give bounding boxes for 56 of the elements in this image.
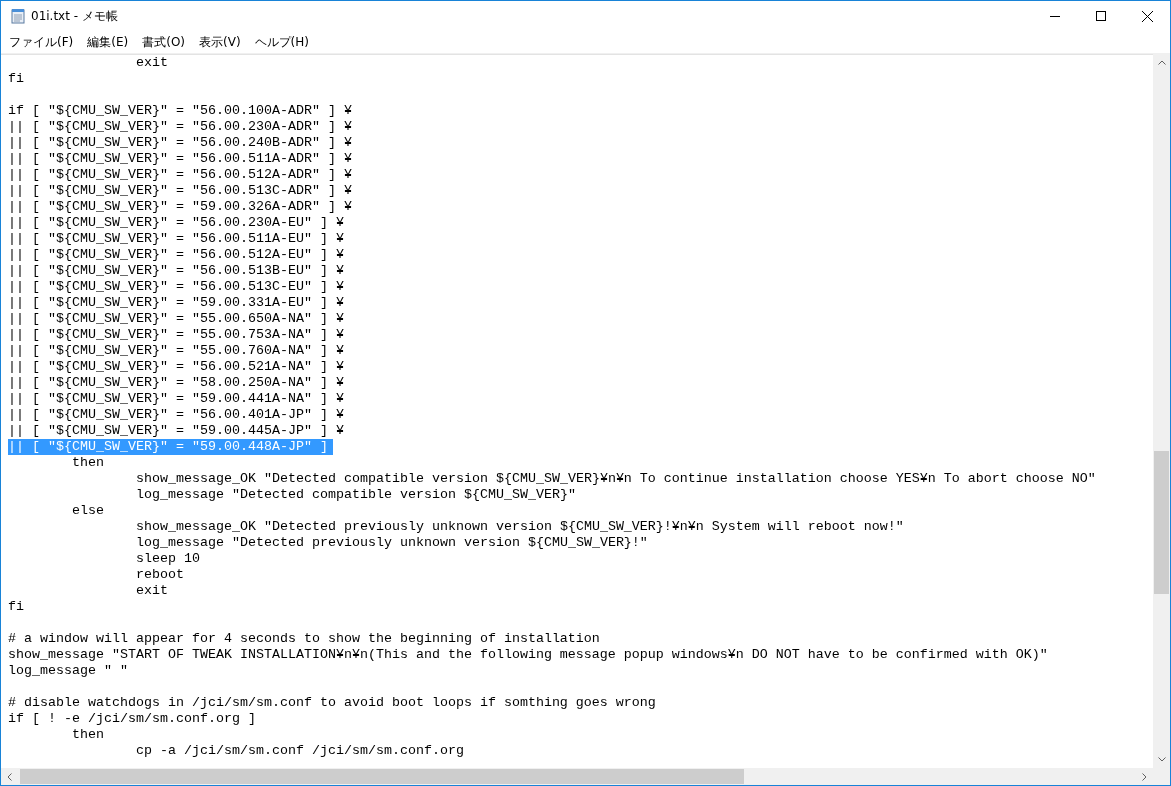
code-line: show_message_OK "Detected previously unknown version ${CMU_SW_VER}!¥n¥n System will reboot now!" [135, 519, 904, 535]
code-line: log_message " " [8, 663, 128, 679]
code-line: || [ "${CMU_SW_VER}" = "56.00.521A-NA" ] ¥ [8, 359, 344, 375]
code-line: sleep 10 [135, 551, 200, 567]
code-line: || [ "${CMU_SW_VER}" = "59.00.326A-ADR" ] ¥ [8, 199, 352, 215]
window-title: 01i.txt - メモ帳 [31, 7, 119, 25]
menu-item[interactable]: 編集(E) [80, 31, 136, 53]
scroll-up-icon [1157, 60, 1166, 65]
code-line: exit [135, 55, 168, 71]
menu-item[interactable]: 書式(O) [135, 31, 193, 53]
maximize-icon [1096, 11, 1106, 21]
scroll-thumb[interactable] [1154, 451, 1169, 594]
code-line: || [ "${CMU_SW_VER}" = "56.00.240B-ADR" ] ¥ [8, 135, 352, 151]
code-line: || [ "${CMU_SW_VER}" = "59.00.331A-EU" ] ¥ [8, 295, 344, 311]
scroll-thumb[interactable] [20, 769, 744, 784]
code-line: || [ "${CMU_SW_VER}" = "56.00.230A-ADR" ] ¥ [8, 119, 352, 135]
code-line: exit [135, 583, 168, 599]
code-line: || [ "${CMU_SW_VER}" = "56.00.513B-EU" ] ¥ [8, 263, 344, 279]
close-icon [1141, 10, 1153, 22]
code-line: || [ "${CMU_SW_VER}" = "55.00.650A-NA" ] ¥ [8, 311, 344, 327]
code-line: then [71, 727, 104, 743]
code-line: else [71, 503, 104, 519]
code-line: # a window will appear for 4 seconds to show the beginning of installation [8, 631, 600, 647]
code-line: if [ ! -e /jci/sm/sm.conf.org ] [8, 711, 256, 727]
code-line: reboot [135, 567, 184, 583]
code-line: log_message "Detected previously unknown version ${CMU_SW_VER}!" [135, 535, 648, 551]
code-line: || [ "${CMU_SW_VER}" = "56.00.513C-EU" ] ¥ [8, 279, 344, 295]
code-line: || [ "${CMU_SW_VER}" = "55.00.753A-NA" ] ¥ [8, 327, 344, 343]
scroll-down-icon [1157, 757, 1166, 762]
code-line: || [ "${CMU_SW_VER}" = "59.00.441A-NA" ] ¥ [8, 391, 344, 407]
code-line: fi [8, 599, 24, 615]
code-line: || [ "${CMU_SW_VER}" = "56.00.512A-ADR" ] ¥ [8, 167, 352, 183]
code-line: show_message_OK "Detected compatible version ${CMU_SW_VER}¥n¥n To continue installation choose YES¥n To abort choose NO" [135, 471, 1096, 487]
vertical-scrollbar[interactable] [1153, 54, 1170, 768]
code-line: then [71, 455, 104, 471]
scroll-right-icon [1142, 772, 1147, 781]
scroll-left-icon [7, 772, 12, 781]
code-line: cp -a /jci/sm/sm.conf /jci/sm/sm.conf.org [135, 743, 464, 759]
code-line: || [ "${CMU_SW_VER}" = "56.00.230A-EU" ] ¥ [8, 215, 344, 231]
menu-item[interactable]: ファイル(F) [2, 31, 81, 53]
code-line: fi [8, 71, 24, 87]
code-line: log_message "Detected compatible version ${CMU_SW_VER}" [135, 487, 576, 503]
code-line: || [ "${CMU_SW_VER}" = "56.00.401A-JP" ] ¥ [8, 407, 344, 423]
code-line: || [ "${CMU_SW_VER}" = "56.00.511A-EU" ] ¥ [8, 231, 344, 247]
code-line: if [ "${CMU_SW_VER}" = "56.00.100A-ADR" ] ¥ [8, 103, 352, 119]
code-line: || [ "${CMU_SW_VER}" = "56.00.513C-ADR" ] ¥ [8, 183, 352, 199]
code-line: show_message "START OF TWEAK INSTALLATION¥n¥n(This and the following message popup windows¥n DO NOT have to be confirmed with OK)" [8, 647, 1048, 663]
code-line: || [ "${CMU_SW_VER}" = "59.00.445A-JP" ] ¥ [8, 423, 344, 439]
code-line: || [ "${CMU_SW_VER}" = "58.00.250A-NA" ] ¥ [8, 375, 344, 391]
notepad-icon [11, 8, 25, 24]
code-line: # disable watchdogs in /jci/sm/sm.conf to avoid boot loops if somthing goes wrong [8, 695, 656, 711]
code-line: || [ "${CMU_SW_VER}" = "56.00.511A-ADR" ] ¥ [8, 151, 352, 167]
menu-item[interactable]: 表示(V) [192, 31, 248, 53]
code-line: || [ "${CMU_SW_VER}" = "55.00.760A-NA" ] ¥ [8, 343, 344, 359]
code-line: || [ "${CMU_SW_VER}" = "56.00.512A-EU" ] ¥ [8, 247, 344, 263]
menu-item[interactable]: ヘルプ(H) [247, 31, 316, 53]
